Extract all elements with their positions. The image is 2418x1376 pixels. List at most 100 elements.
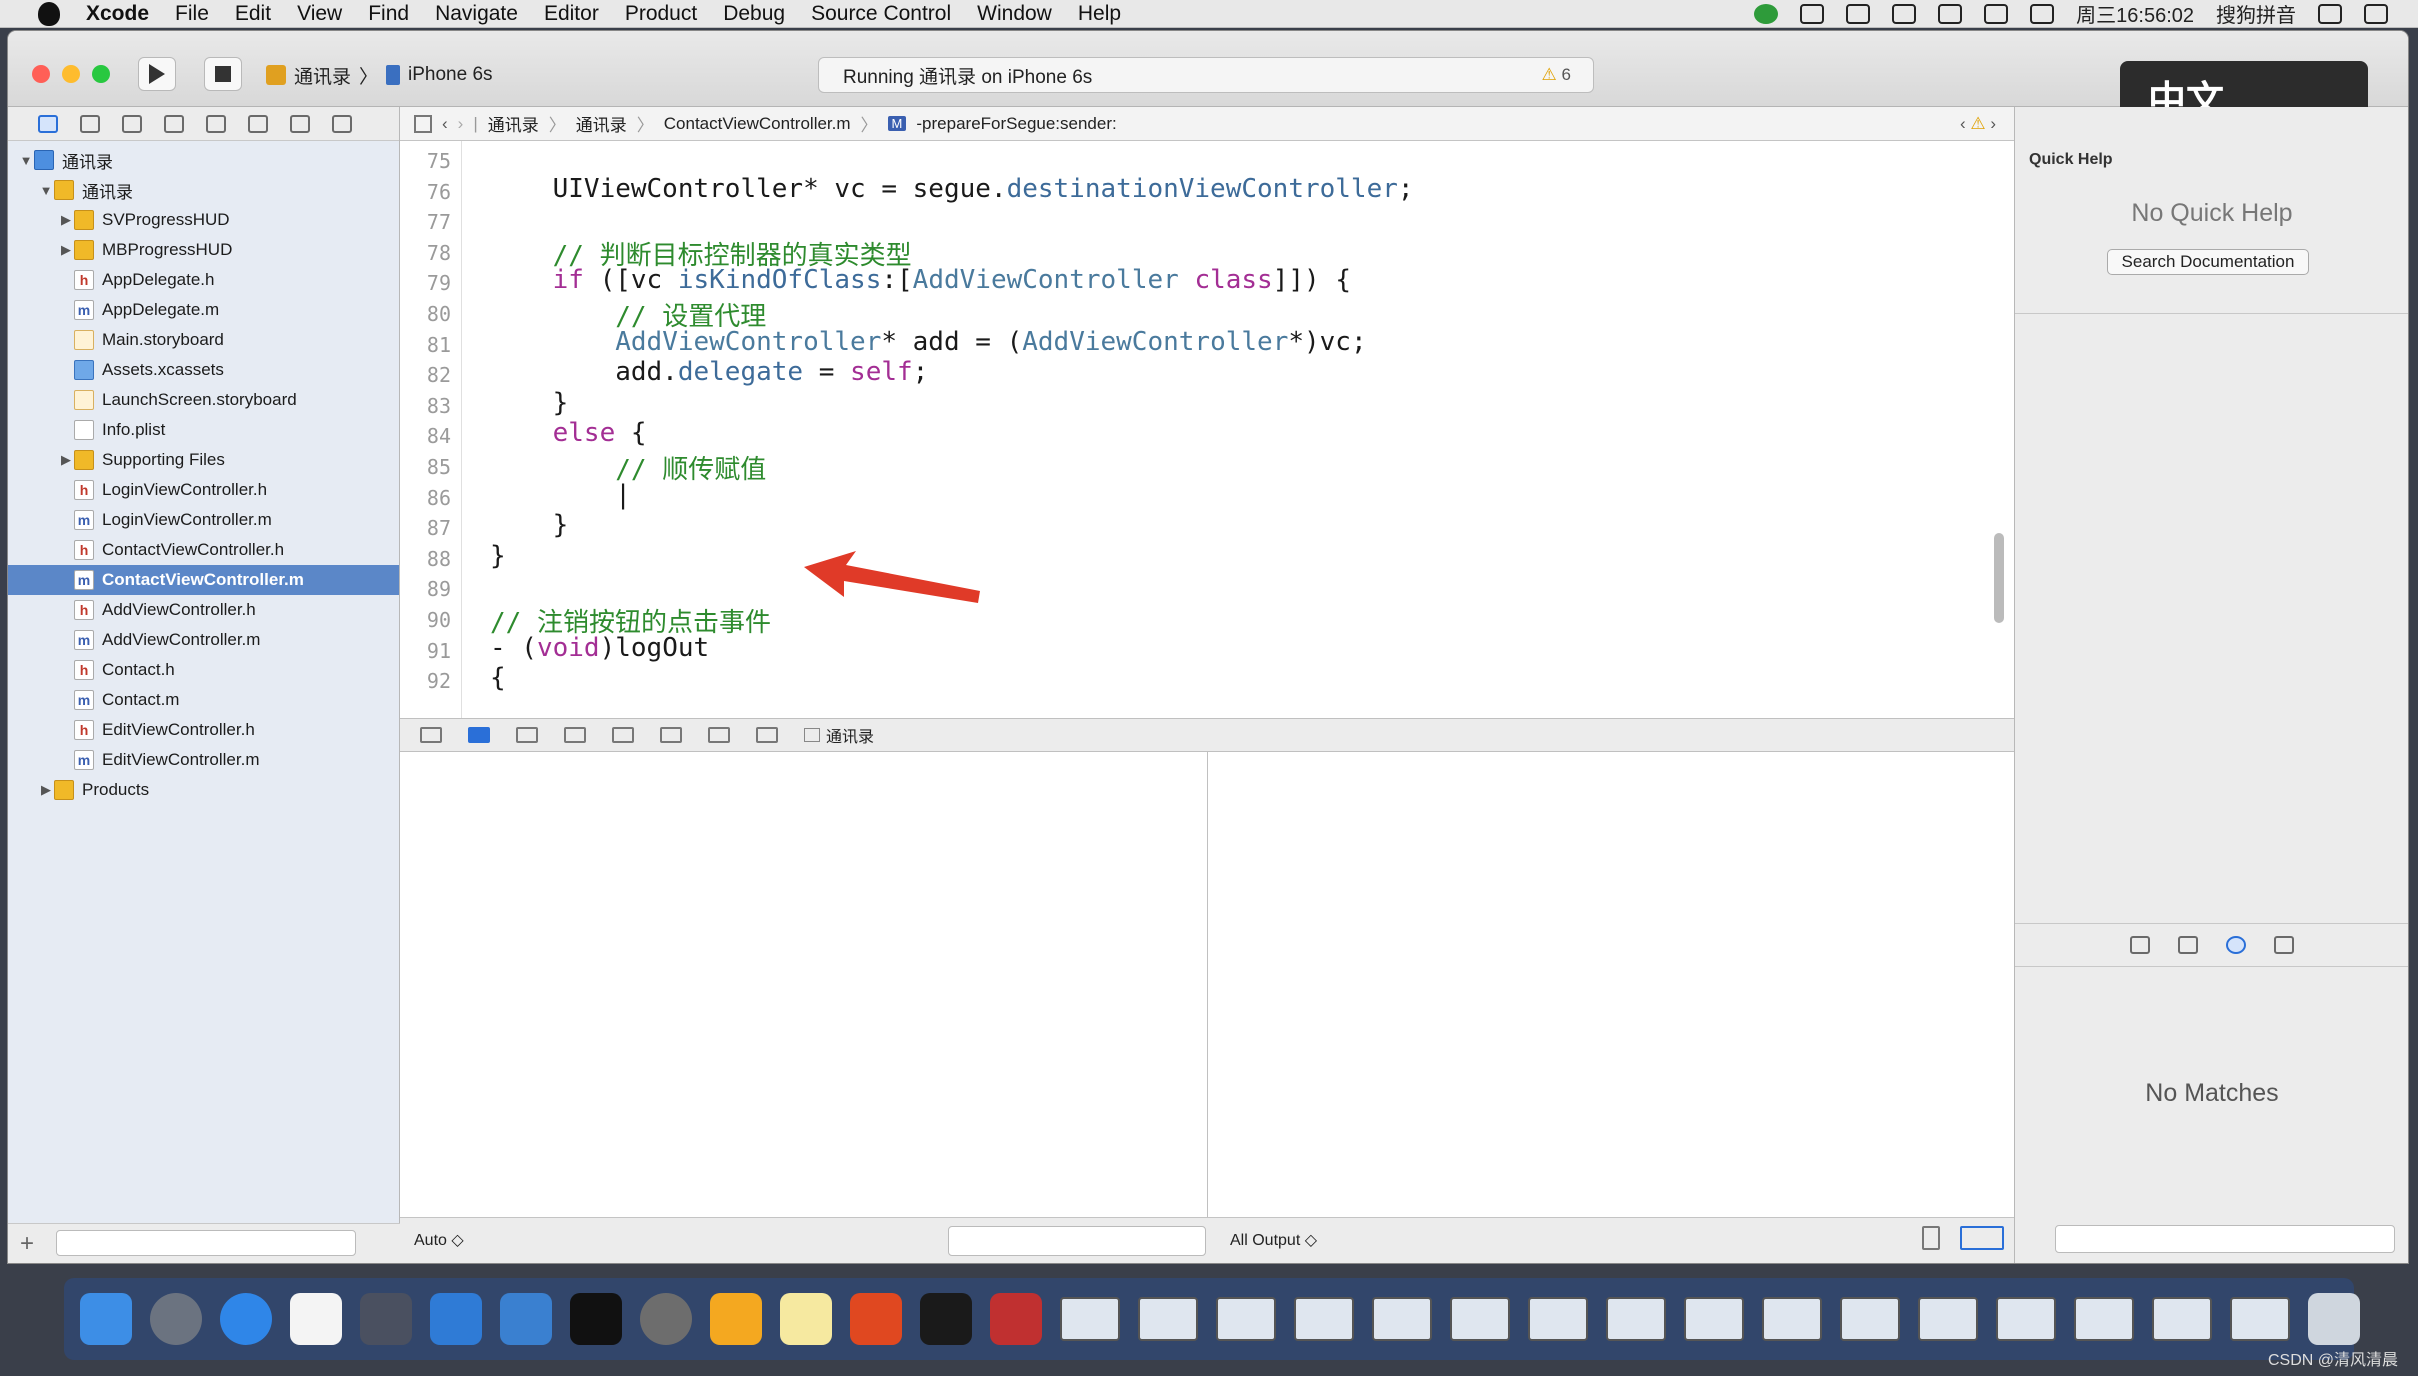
file-tree-row[interactable]: Info.plist — [8, 415, 399, 445]
report-icon[interactable] — [332, 114, 352, 133]
code-line[interactable]: } — [490, 388, 569, 418]
menu-source-control[interactable]: Source Control — [811, 2, 951, 26]
minimized-window-thumb[interactable] — [2152, 1297, 2212, 1341]
step-into-icon[interactable] — [612, 727, 634, 743]
symbol-icon[interactable] — [80, 114, 100, 133]
menu-find[interactable]: Find — [368, 2, 409, 26]
file-tree-row[interactable]: m LoginViewController.m — [8, 505, 399, 535]
add-icon[interactable]: + — [20, 1230, 34, 1258]
disclosure-closed-icon[interactable]: ▶ — [58, 242, 74, 258]
source-editor[interactable]: 75 76 77 78 79 80 81 82 83 84 85 86 87 88 89 90 91 92 UIV… — [400, 141, 2014, 718]
code-line[interactable]: UIViewController* vc = segue.destination… — [490, 174, 1414, 204]
file-tree-row[interactable]: ▶ SVProgressHUD — [8, 205, 399, 235]
file-tree-row[interactable]: m AddViewController.m — [8, 625, 399, 655]
minimized-window-thumb[interactable] — [1216, 1297, 1276, 1341]
stop-button[interactable] — [204, 57, 242, 91]
step-over-icon[interactable] — [564, 727, 586, 743]
minimized-window-thumb[interactable] — [1840, 1297, 1900, 1341]
run-button[interactable] — [138, 57, 176, 91]
menu-navigate[interactable]: Navigate — [435, 2, 518, 26]
file-tree-row[interactable]: m AppDelegate.m — [8, 295, 399, 325]
breakpoints-toggle-icon[interactable] — [468, 727, 490, 743]
file-tree-row[interactable]: ▶ Supporting Files — [8, 445, 399, 475]
lock-icon[interactable] — [1938, 3, 1963, 24]
code-line[interactable]: { — [490, 663, 506, 693]
breadcrumb-file[interactable]: ContactViewController.m — [664, 114, 851, 134]
navigator-filter-input[interactable] — [56, 1230, 356, 1256]
hide-debug-area-icon[interactable] — [420, 727, 442, 743]
split-view-icon[interactable] — [1960, 1226, 2004, 1250]
warning-icon[interactable] — [164, 114, 184, 133]
code-line[interactable]: AddViewController* add = (AddViewControl… — [490, 327, 1366, 357]
bluetooth-icon[interactable] — [1892, 3, 1917, 24]
menu-help[interactable]: Help — [1078, 2, 1121, 26]
code-snippet-icon[interactable] — [2178, 936, 2198, 954]
file-tree-row[interactable]: h EditViewController.h — [8, 715, 399, 745]
minimized-window-thumb[interactable] — [1060, 1297, 1120, 1341]
variables-filter-input[interactable] — [948, 1226, 1206, 1256]
file-tree-row[interactable]: Main.storyboard — [8, 325, 399, 355]
breakpoint-icon[interactable] — [290, 114, 310, 133]
safari-icon[interactable] — [220, 1293, 272, 1345]
menu-window[interactable]: Window — [977, 2, 1052, 26]
minimized-window-thumb[interactable] — [1606, 1297, 1666, 1341]
notes-icon[interactable] — [780, 1293, 832, 1345]
file-tree-row[interactable]: ▼ 通讯录 — [8, 175, 399, 205]
clock[interactable]: 周三16:56:02 — [2076, 0, 2194, 28]
minimized-window-thumb[interactable] — [1138, 1297, 1198, 1341]
notification-center-icon[interactable] — [2364, 3, 2388, 24]
ime-menu[interactable]: 搜狗拼音 — [2216, 0, 2296, 28]
code-line[interactable]: } — [490, 510, 569, 540]
debug-icon[interactable] — [248, 114, 268, 133]
minimized-window-thumb[interactable] — [1372, 1297, 1432, 1341]
apple-menu-icon[interactable] — [38, 1, 60, 26]
file-tree-row[interactable]: h ContactViewController.h — [8, 535, 399, 565]
airplane-icon[interactable] — [1846, 3, 1871, 24]
minimized-window-thumb[interactable] — [2074, 1297, 2134, 1341]
menu-app[interactable]: Xcode — [86, 2, 149, 26]
search-documentation-button[interactable]: Search Documentation — [2107, 249, 2309, 275]
minimized-window-thumb[interactable] — [1528, 1297, 1588, 1341]
minimized-window-thumb[interactable] — [2230, 1297, 2290, 1341]
variables-view[interactable] — [400, 752, 1208, 1242]
menu-editor[interactable]: Editor — [544, 2, 599, 26]
disclosure-closed-icon[interactable]: ▶ — [38, 782, 54, 798]
search-icon[interactable] — [122, 114, 142, 133]
volume-icon[interactable] — [2030, 3, 2055, 24]
folder-icon[interactable] — [38, 114, 58, 133]
mouse-app-icon[interactable] — [290, 1293, 342, 1345]
code-line[interactable]: | — [490, 480, 631, 510]
menu-file[interactable]: File — [175, 2, 209, 26]
scheme-selector[interactable]: 通讯录 〉 iPhone 6s — [266, 59, 493, 91]
debug-target[interactable]: 通讯录 — [804, 723, 874, 747]
minimize-window-button[interactable] — [62, 65, 80, 83]
file-tree-row[interactable]: ▼ 通讯录 — [8, 145, 399, 175]
file-tree-row[interactable]: h AppDelegate.h — [8, 265, 399, 295]
output-mode-select[interactable]: All Output ◇ — [1230, 1230, 1317, 1250]
disclosure-closed-icon[interactable]: ▶ — [58, 452, 74, 468]
variables-mode-select[interactable]: Auto ◇ — [414, 1230, 464, 1250]
file-tree-row[interactable]: h Contact.h — [8, 655, 399, 685]
system-preferences-icon[interactable] — [640, 1293, 692, 1345]
step-out-icon[interactable] — [660, 727, 682, 743]
pause-icon[interactable] — [516, 727, 538, 743]
camera-icon[interactable] — [1800, 3, 1825, 24]
location-icon[interactable] — [756, 727, 778, 743]
file-tree-row[interactable]: h LoginViewController.h — [8, 475, 399, 505]
disclosure-closed-icon[interactable]: ▶ — [58, 212, 74, 228]
trash-icon[interactable] — [1922, 1226, 1940, 1250]
library-filter-input[interactable] — [2055, 1225, 2395, 1253]
vertical-scrollbar[interactable] — [1994, 533, 2004, 623]
image-capture-icon[interactable] — [360, 1293, 412, 1345]
minimized-window-thumb[interactable] — [1762, 1297, 1822, 1341]
presentation-icon[interactable] — [850, 1293, 902, 1345]
code-line[interactable]: } — [490, 541, 506, 571]
menu-product[interactable]: Product — [625, 2, 697, 26]
launchpad-icon[interactable] — [150, 1293, 202, 1345]
file-tree-row[interactable]: h AddViewController.h — [8, 595, 399, 625]
video-app-icon[interactable] — [990, 1293, 1042, 1345]
sketch-icon[interactable] — [710, 1293, 762, 1345]
object-library-icon[interactable] — [2226, 936, 2246, 954]
search-icon[interactable] — [2318, 3, 2342, 24]
file-tree-row[interactable]: Assets.xcassets — [8, 355, 399, 385]
